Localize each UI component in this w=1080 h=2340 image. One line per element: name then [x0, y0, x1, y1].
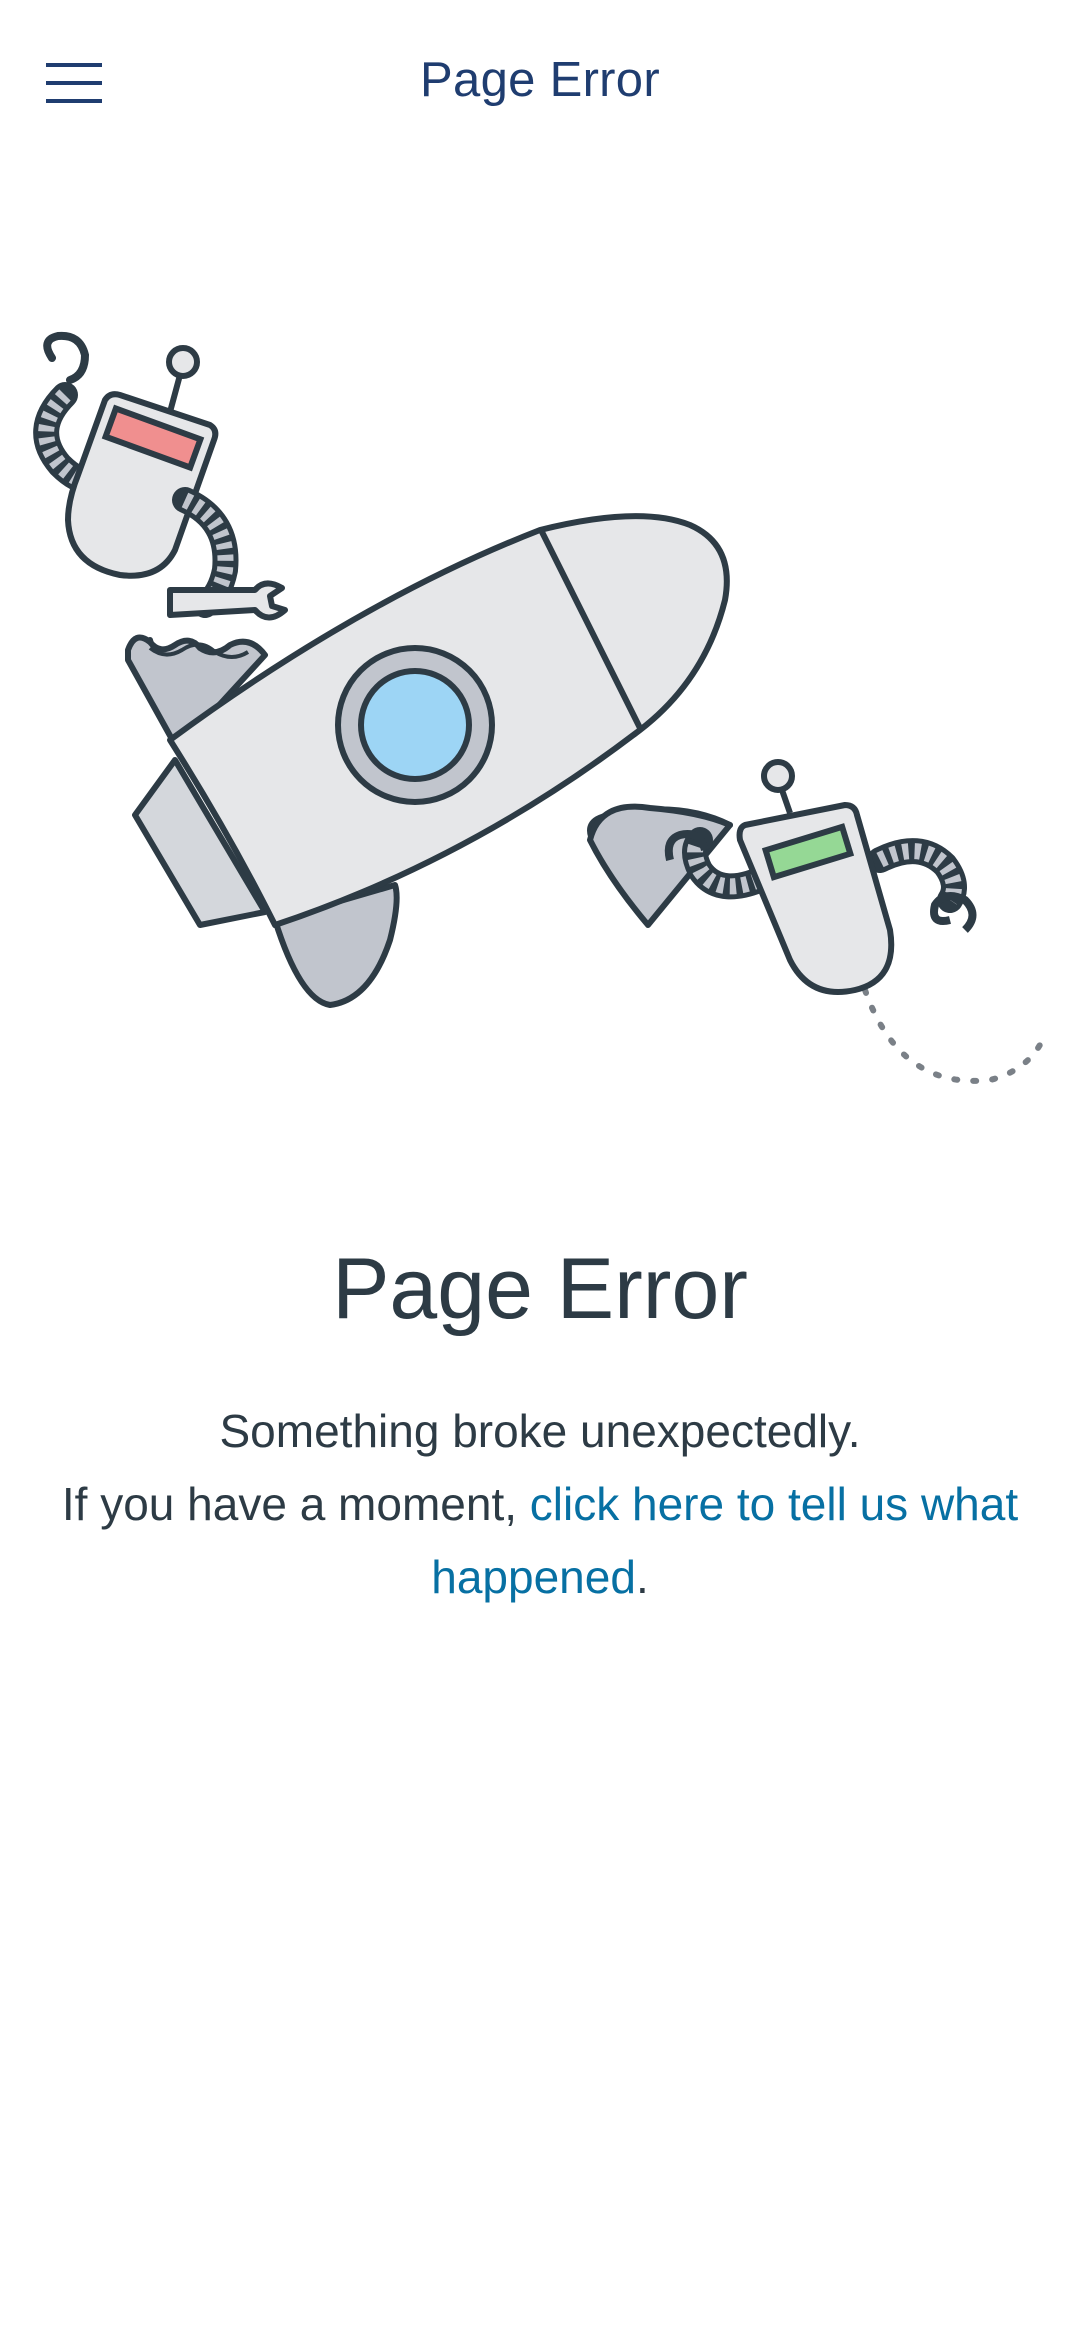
- rocket-with-two-robots-icon: [33, 331, 1048, 1084]
- error-message: Something broke unexpectedly. If you hav…: [20, 1395, 1060, 1614]
- page-title: Page Error: [420, 53, 660, 107]
- top-app-bar: Page Error: [0, 0, 1080, 170]
- robot-right: [587, 759, 977, 995]
- rocket-illustration: [0, 300, 1080, 1120]
- error-prompt: If you have a moment,: [61, 1478, 530, 1530]
- error-heading: Page Error: [332, 1241, 748, 1337]
- error-prompt-end: .: [635, 1551, 649, 1603]
- dotted-trail: [862, 987, 1048, 1084]
- robot-left: [33, 331, 288, 621]
- error-description: Something broke unexpectedly.: [219, 1405, 861, 1457]
